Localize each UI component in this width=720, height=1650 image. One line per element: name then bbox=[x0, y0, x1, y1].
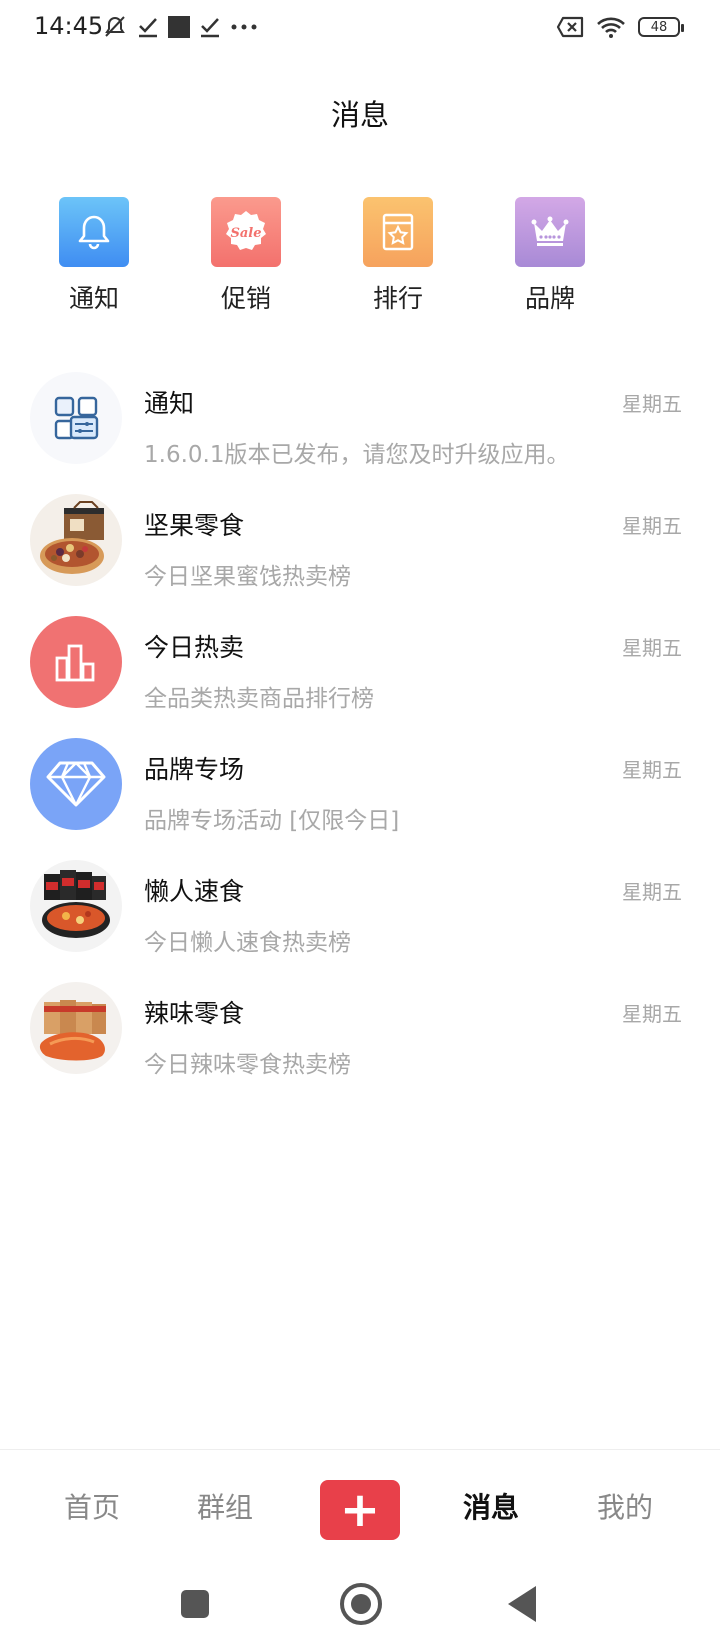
spicy-snack-image bbox=[30, 982, 122, 1074]
more-icon bbox=[231, 24, 257, 30]
status-bar: 14:45 48 bbox=[0, 0, 720, 54]
message-time: 星期五 bbox=[622, 880, 682, 904]
message-preview: 品牌专场活动 [仅限今日] bbox=[144, 808, 400, 834]
message-item-instant-food[interactable]: 懒人速食 星期五 今日懒人速食热卖榜 bbox=[0, 860, 720, 982]
home-button[interactable] bbox=[340, 1583, 382, 1625]
tab-groups[interactable]: 群组 bbox=[197, 1486, 253, 1526]
message-item-spicy-snack[interactable]: 辣味零食 星期五 今日辣味零食热卖榜 bbox=[0, 982, 720, 1104]
message-item-notification[interactable]: 通知 星期五 1.6.0.1版本已发布，请您及时升级应用。 bbox=[0, 372, 720, 494]
page-title: 消息 bbox=[330, 98, 389, 132]
category-ranking[interactable]: 排行 bbox=[343, 197, 453, 315]
message-time: 星期五 bbox=[622, 636, 682, 660]
category-brand[interactable]: 品牌 bbox=[495, 197, 605, 315]
message-title: 懒人速食 bbox=[144, 877, 245, 906]
message-preview: 今日辣味零食热卖榜 bbox=[144, 1052, 351, 1078]
message-time: 星期五 bbox=[622, 1002, 682, 1026]
recent-apps-button[interactable] bbox=[181, 1590, 209, 1618]
mute-icon bbox=[105, 16, 125, 37]
status-right-icons: 48 bbox=[556, 14, 684, 40]
ranking-icon bbox=[363, 197, 433, 267]
message-time: 星期五 bbox=[622, 392, 682, 416]
tab-profile[interactable]: 我的 bbox=[597, 1486, 653, 1526]
svg-text:Sale: Sale bbox=[230, 226, 261, 241]
category-promotion[interactable]: Sale 促销 bbox=[191, 197, 301, 315]
diamond-icon bbox=[30, 738, 122, 830]
message-title: 坚果零食 bbox=[144, 511, 245, 540]
message-title: 今日热卖 bbox=[144, 633, 245, 662]
category-label: 促销 bbox=[220, 284, 271, 313]
category-label: 通知 bbox=[68, 284, 119, 313]
message-preview: 今日懒人速食热卖榜 bbox=[144, 930, 351, 956]
message-time: 星期五 bbox=[622, 758, 682, 782]
category-label: 排行 bbox=[372, 284, 423, 313]
category-shortcuts: 通知 Sale 促销 排行 品牌 bbox=[0, 197, 720, 327]
wifi-icon bbox=[597, 17, 625, 38]
message-title: 品牌专场 bbox=[144, 755, 245, 784]
message-title: 辣味零食 bbox=[144, 999, 245, 1028]
tab-home[interactable]: 首页 bbox=[64, 1486, 120, 1526]
category-label: 品牌 bbox=[524, 284, 575, 313]
check-icon bbox=[139, 18, 157, 38]
sale-icon: Sale bbox=[211, 197, 281, 267]
status-left-icons bbox=[102, 14, 258, 40]
status-time: 14:45 bbox=[34, 12, 104, 40]
bar-chart-icon bbox=[30, 616, 122, 708]
system-nav-bar bbox=[0, 1562, 720, 1650]
add-button[interactable]: + bbox=[320, 1480, 400, 1540]
bottom-tab-bar: 首页 群组 + 消息 我的 bbox=[0, 1449, 720, 1562]
message-title: 通知 bbox=[144, 389, 195, 418]
message-item-brand[interactable]: 品牌专场 星期五 品牌专场活动 [仅限今日] bbox=[0, 738, 720, 860]
bell-icon bbox=[59, 197, 129, 267]
instant-food-image bbox=[30, 860, 122, 952]
category-notification[interactable]: 通知 bbox=[39, 197, 149, 315]
message-item-nuts[interactable]: 坚果零食 星期五 今日坚果蜜饯热卖榜 bbox=[0, 494, 720, 616]
message-preview: 1.6.0.1版本已发布，请您及时升级应用。 bbox=[144, 442, 570, 468]
crown-icon bbox=[515, 197, 585, 267]
plus-icon: + bbox=[339, 1482, 381, 1538]
message-preview: 全品类热卖商品排行榜 bbox=[144, 686, 374, 712]
tab-messages[interactable]: 消息 bbox=[463, 1486, 519, 1526]
message-item-hot-sale[interactable]: 今日热卖 星期五 全品类热卖商品排行榜 bbox=[0, 616, 720, 738]
sim-off-icon bbox=[556, 16, 584, 38]
battery-icon: 48 bbox=[638, 17, 684, 37]
notification-icon bbox=[30, 372, 122, 464]
check-icon bbox=[201, 18, 219, 38]
message-time: 星期五 bbox=[622, 514, 682, 538]
message-preview: 今日坚果蜜饯热卖榜 bbox=[144, 564, 351, 590]
back-button[interactable] bbox=[508, 1586, 536, 1622]
square-icon bbox=[168, 16, 190, 38]
nuts-image bbox=[30, 494, 122, 586]
